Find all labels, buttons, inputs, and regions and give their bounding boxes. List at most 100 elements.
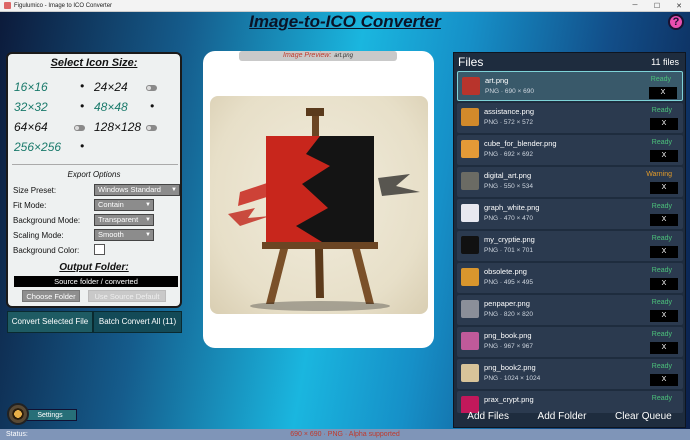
file-row[interactable]: prax_crypt.png Ready: [457, 391, 683, 413]
file-name: my_cryptie.png: [484, 235, 535, 244]
file-name: prax_crypt.png: [484, 395, 534, 404]
size-preset-select[interactable]: Windows Standard ▼: [94, 184, 180, 196]
close-icon[interactable]: ✕: [668, 2, 690, 10]
window-title: Figulumico - Image to ICO Converter: [14, 2, 113, 9]
size-256-option[interactable]: 256×256: [14, 140, 61, 154]
size-preset-label: Size Preset:: [13, 186, 57, 195]
file-row[interactable]: assistance.png PNG · 572 × 572 Ready X: [457, 103, 683, 133]
choose-folder-button[interactable]: Choose Folder: [22, 290, 80, 302]
remove-file-button[interactable]: X: [650, 278, 678, 290]
file-thumbnail: [461, 172, 479, 190]
gear-icon[interactable]: [7, 403, 29, 425]
remove-file-button[interactable]: X: [650, 342, 678, 354]
remove-file-button[interactable]: X: [649, 87, 677, 99]
file-row[interactable]: png_book.png PNG · 967 × 967 Ready X: [457, 327, 683, 357]
size-64-toggle[interactable]: [74, 125, 85, 131]
file-status: Ready: [651, 395, 672, 402]
size-16-toggle[interactable]: •: [80, 79, 84, 93]
file-meta: PNG · 495 × 495: [484, 279, 533, 286]
size-48-toggle[interactable]: •: [150, 99, 154, 113]
clear-queue-button[interactable]: Clear Queue: [615, 411, 672, 427]
options-panel: Select Icon Size: 16×16 • 24×24 32×32 • …: [6, 52, 182, 308]
remove-file-button[interactable]: X: [650, 214, 678, 226]
file-name: obsolete.png: [484, 267, 527, 276]
preview-label-bar: Image Preview: art.png: [239, 51, 397, 61]
files-title: Files: [458, 55, 484, 69]
size-256-toggle[interactable]: •: [80, 139, 84, 153]
export-options-title: Export Options: [67, 170, 121, 179]
size-128-toggle[interactable]: [146, 125, 157, 131]
status-text: 690 × 690 · PNG · Alpha supported: [290, 431, 400, 438]
size-32-option[interactable]: 32×32: [14, 100, 48, 114]
file-meta: PNG · 470 × 470: [484, 215, 533, 222]
file-meta: PNG · 701 × 701: [484, 247, 533, 254]
add-folder-button[interactable]: Add Folder: [538, 411, 587, 427]
file-row[interactable]: penpaper.png PNG · 820 × 820 Ready X: [457, 295, 683, 325]
remove-file-button[interactable]: X: [650, 182, 678, 194]
size-128-option[interactable]: 128×128: [94, 120, 141, 134]
file-thumbnail: [461, 332, 479, 350]
window-title-bar: Figulumico - Image to ICO Converter ─ ☐ …: [0, 0, 690, 12]
file-meta: PNG · 1024 × 1024: [484, 375, 541, 382]
maximize-icon[interactable]: ☐: [646, 2, 668, 10]
use-source-default-button[interactable]: Use Source Default: [88, 290, 166, 302]
file-thumbnail: [462, 77, 480, 95]
file-name: cube_for_blender.png: [484, 139, 557, 148]
files-count: 11 files: [651, 57, 679, 67]
size-48-option[interactable]: 48×48: [94, 100, 128, 114]
file-row[interactable]: my_cryptie.png PNG · 701 × 701 Ready X: [457, 231, 683, 261]
settings-button[interactable]: Settings: [23, 409, 77, 421]
file-row[interactable]: png_book2.png PNG · 1024 × 1024 Ready X: [457, 359, 683, 389]
size-16-option[interactable]: 16×16: [14, 80, 48, 94]
background-mode-select[interactable]: Transparent ▼: [94, 214, 154, 226]
file-name: png_book2.png: [484, 363, 536, 372]
icon-size-title: Select Icon Size:: [50, 57, 138, 69]
remove-file-button[interactable]: X: [650, 246, 678, 258]
remove-file-button[interactable]: X: [650, 374, 678, 386]
fit-mode-select[interactable]: Contain ▼: [94, 199, 154, 211]
size-64-option[interactable]: 64×64: [14, 120, 48, 134]
output-folder-title: Output Folder:: [59, 262, 129, 273]
output-folder-path: Source folder / converted: [14, 276, 178, 287]
size-32-toggle[interactable]: •: [80, 99, 84, 113]
file-row[interactable]: graph_white.png PNG · 470 × 470 Ready X: [457, 199, 683, 229]
file-name: png_book.png: [484, 331, 532, 340]
remove-file-button[interactable]: X: [650, 150, 678, 162]
background-color-swatch[interactable]: [94, 244, 105, 255]
size-row: 16×16 • 24×24: [12, 78, 178, 98]
remove-file-button[interactable]: X: [650, 310, 678, 322]
file-thumbnail: [461, 108, 479, 126]
file-meta: PNG · 967 × 967: [484, 343, 533, 350]
size-preset-value: Windows Standard: [98, 185, 161, 194]
background-mode-value: Transparent: [98, 215, 139, 224]
file-row[interactable]: digital_art.png PNG · 550 × 534 Warning X: [457, 167, 683, 197]
scaling-mode-row: Scaling Mode: Smooth ▼: [12, 229, 178, 242]
size-24-toggle[interactable]: [146, 85, 157, 91]
add-files-button[interactable]: Add Files: [467, 411, 509, 427]
remove-file-button[interactable]: X: [650, 118, 678, 130]
file-thumbnail: [461, 140, 479, 158]
fit-mode-value: Contain: [98, 200, 124, 209]
status-bar: Status: 690 × 690 · PNG · Alpha supporte…: [0, 429, 690, 440]
file-status: Ready: [651, 299, 672, 306]
file-meta: PNG · 690 × 690: [485, 88, 534, 95]
batch-convert-button[interactable]: Batch Convert All (11): [93, 311, 182, 333]
file-status: Ready: [651, 139, 672, 146]
help-button[interactable]: ?: [668, 14, 684, 30]
file-row[interactable]: art.png PNG · 690 × 690 Ready X: [457, 71, 683, 101]
background-color-row: Background Color:: [12, 244, 178, 257]
easel-painting-image: [228, 108, 420, 311]
file-row[interactable]: cube_for_blender.png PNG · 692 × 692 Ready…: [457, 135, 683, 165]
file-thumbnail: [461, 204, 479, 222]
file-status: Warning: [646, 171, 672, 178]
scaling-mode-select[interactable]: Smooth ▼: [94, 229, 154, 241]
file-status: Ready: [651, 235, 672, 242]
minimize-icon[interactable]: ─: [624, 2, 646, 10]
file-status: Ready: [651, 363, 672, 370]
convert-selected-button[interactable]: Convert Selected File: [7, 311, 93, 333]
file-row[interactable]: obsolete.png PNG · 495 × 495 Ready X: [457, 263, 683, 293]
files-panel: Files 11 files art.png PNG · 690 × 690 Rea…: [453, 52, 686, 428]
files-actions: Add Files Add Folder Clear Queue: [453, 411, 686, 427]
size-24-option[interactable]: 24×24: [94, 80, 128, 94]
scaling-mode-value: Smooth: [98, 230, 124, 239]
